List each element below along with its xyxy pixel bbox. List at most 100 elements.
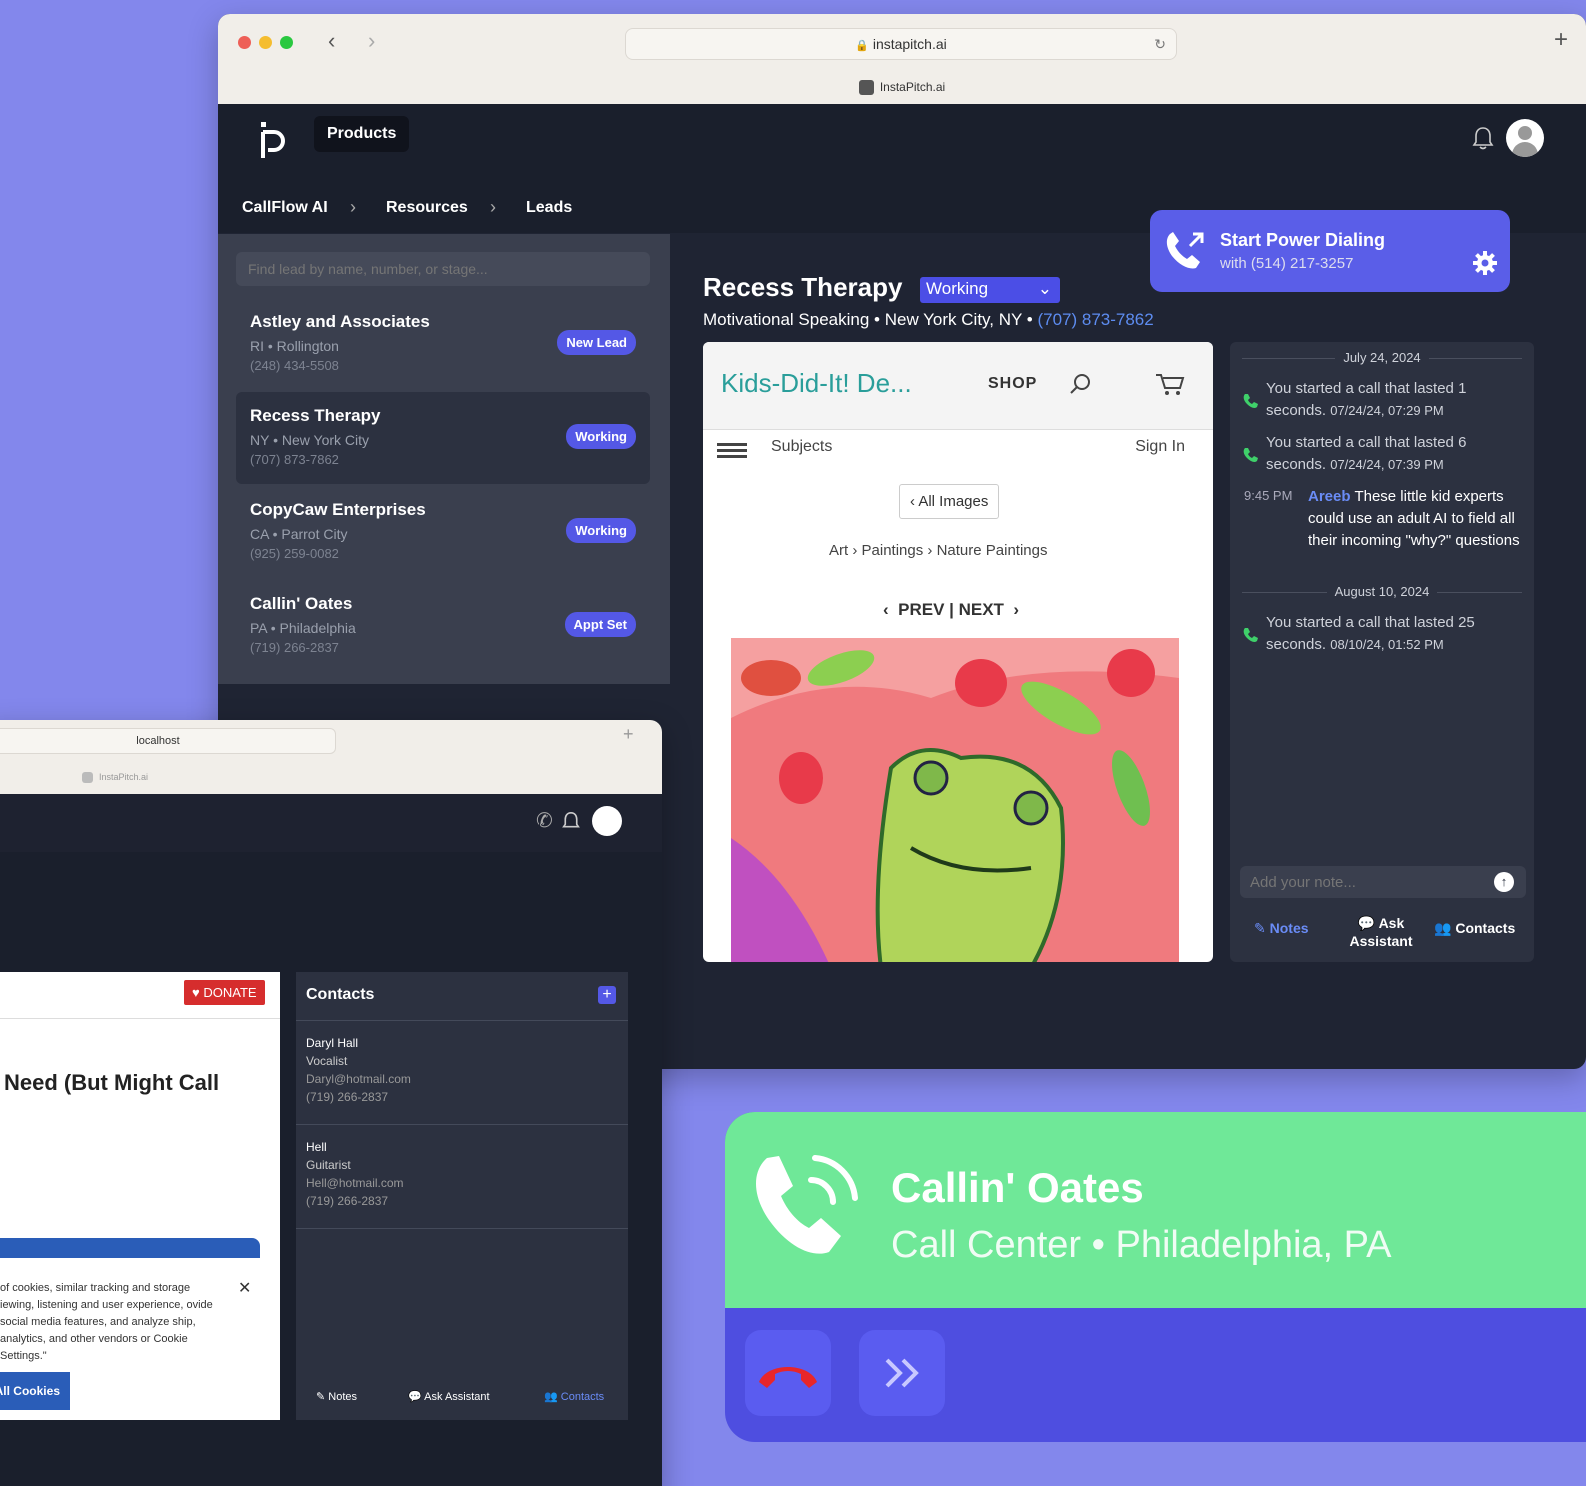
app-header: Products [218, 104, 1586, 177]
divider [296, 1124, 628, 1125]
gear-icon[interactable] [1472, 250, 1498, 276]
site-crumb-nature[interactable]: Nature Paintings [937, 542, 1048, 559]
contact-phone: (719) 266-2837 [306, 1090, 389, 1104]
timeline-call: You started a call that lasted 25 second… [1266, 614, 1475, 653]
tab-ask-assistant[interactable]: 💬 Ask Assistant [408, 1390, 490, 1403]
close-dot[interactable] [238, 36, 251, 49]
lead-location: CA • Parrot City [250, 526, 348, 542]
breadcrumb-leads[interactable]: Leads [526, 199, 572, 217]
cart-icon[interactable] [1155, 372, 1185, 396]
send-note-icon[interactable]: ↑ [1494, 872, 1514, 892]
status-select[interactable]: Working ⌄ [920, 277, 1060, 303]
timeline-date: August 10, 2024 [1230, 584, 1534, 599]
power-dial-subtitle: with (514) 217-3257 [1220, 255, 1354, 272]
lead-name: Callin' Oates [250, 594, 353, 613]
donate-button[interactable]: ♥ DONATE [184, 980, 265, 1005]
site-crumb-art[interactable]: Art [829, 542, 848, 559]
lead-phone: (925) 259-0082 [250, 546, 339, 561]
browser-tab[interactable]: InstaPitch.ai [218, 80, 1586, 96]
lead-category-location: Motivational Speaking • New York City, N… [703, 310, 1033, 329]
logo-icon [261, 122, 285, 158]
breadcrumb-callflow[interactable]: CallFlow AI [242, 199, 328, 217]
lead-stage-badge: Working [566, 518, 636, 543]
minimize-dot[interactable] [259, 36, 272, 49]
browser-tab[interactable]: InstaPitch.ai [82, 772, 148, 784]
contact-item[interactable]: Daryl Hall Vocalist Daryl@hotmail.com (7… [306, 1034, 411, 1106]
timeline-call: You started a call that lasted 1 seconds… [1266, 380, 1467, 419]
lead-phone-link[interactable]: (707) 873-7862 [1037, 310, 1153, 329]
site-subjects-link[interactable]: Subjects [771, 438, 832, 456]
phone-call-icon [1243, 394, 1258, 408]
divider [296, 1228, 628, 1229]
power-dial-button[interactable]: Start Power Dialing with (514) 217-3257 [1150, 210, 1510, 292]
chevron-down-icon: ⌄ [1037, 279, 1052, 298]
prev-next-label: PREV | NEXT [898, 600, 1004, 619]
phone-icon[interactable]: ✆ [536, 808, 553, 833]
reload-icon[interactable]: ↻ [1154, 29, 1166, 59]
avatar[interactable] [1506, 119, 1544, 157]
add-contact-icon[interactable]: + [598, 986, 616, 1004]
lead-item[interactable]: Callin' Oates PA • Philadelphia (719) 26… [236, 580, 650, 672]
contact-phone: (719) 266-2837 [306, 1194, 389, 1208]
site-sign-in-link[interactable]: Sign In [1135, 438, 1185, 456]
chat-icon: 💬 [408, 1391, 422, 1403]
skip-call-button[interactable] [859, 1330, 945, 1416]
url-bar[interactable]: localhost [0, 728, 336, 754]
products-button[interactable]: Products [314, 116, 410, 152]
bell-icon[interactable] [1472, 126, 1494, 150]
phone-ringing-icon [756, 1155, 858, 1254]
search-icon[interactable] [1068, 372, 1092, 396]
divider [296, 1020, 628, 1021]
tab-ask-assistant[interactable]: 💬 Ask Assistant [1336, 914, 1426, 950]
site-shop-link[interactable]: SHOP [988, 375, 1037, 393]
chevron-right-icon: › [490, 197, 496, 217]
tab-contacts[interactable]: 👥 Contacts [544, 1390, 604, 1403]
close-icon[interactable]: ✕ [238, 1278, 251, 1298]
lead-title: Recess Therapy [703, 272, 903, 302]
lead-search-input[interactable] [236, 252, 650, 286]
active-call-card: Callin' Oates Call Center • Philadelphia… [725, 1112, 1586, 1442]
all-images-button[interactable]: ‹ All Images [899, 484, 1000, 519]
lead-item-selected[interactable]: Recess Therapy NY • New York City (707) … [236, 392, 650, 484]
breadcrumb-resources[interactable]: Resources [386, 199, 468, 217]
forward-icon[interactable]: › [368, 28, 375, 54]
contact-role: Vocalist [306, 1054, 348, 1068]
new-tab-icon[interactable]: + [623, 724, 634, 745]
back-icon[interactable]: ‹ [328, 28, 335, 54]
accept-cookies-button[interactable]: All Cookies [0, 1372, 70, 1410]
phone-outgoing-icon [1166, 232, 1204, 269]
new-tab-icon[interactable]: + [1554, 26, 1568, 54]
lead-item[interactable]: Astley and Associates RI • Rollington (2… [236, 298, 650, 390]
lead-stage-badge: Appt Set [564, 612, 636, 637]
maximize-dot[interactable] [280, 36, 293, 49]
lead-item[interactable]: CopyCaw Enterprises CA • Parrot City (92… [236, 486, 650, 578]
tab-contacts[interactable]: 👥 Contacts [1434, 920, 1515, 937]
hang-up-button[interactable] [745, 1330, 831, 1416]
lead-name: CopyCaw Enterprises [250, 500, 426, 519]
avatar[interactable] [592, 806, 622, 836]
tab-notes[interactable]: ✎ Notes [316, 1390, 357, 1403]
url-bar[interactable]: 🔒 instapitch.ai ↻ [625, 28, 1177, 60]
site-brand[interactable]: Kids-Did-It! De... [721, 368, 912, 399]
all-images-label: All Images [918, 493, 989, 510]
lead-location: PA • Philadelphia [250, 620, 356, 636]
contact-item[interactable]: Hell Guitarist Hell@hotmail.com (719) 26… [306, 1138, 404, 1210]
lead-list-panel: Astley and Associates RI • Rollington (2… [218, 234, 670, 684]
power-dial-title: Start Power Dialing [1220, 230, 1386, 250]
note-author[interactable]: Areeb [1308, 488, 1351, 505]
timeline-date: July 24, 2024 [1230, 350, 1534, 365]
site-heading: Need (But Might Call [4, 1070, 220, 1095]
status-value: Working [926, 279, 989, 298]
tab-notes[interactable]: ✎ Notes [1254, 920, 1309, 937]
favicon-icon [858, 80, 874, 96]
site-crumb-paintings[interactable]: Paintings [862, 542, 924, 559]
lock-icon: 🔒 [855, 40, 869, 52]
bell-icon[interactable] [562, 811, 580, 831]
hamburger-icon[interactable] [717, 440, 747, 461]
browser-chrome: localhost + InstaPitch.ai [0, 720, 662, 794]
lead-stage-badge: Working [566, 424, 636, 449]
lead-name: Recess Therapy [250, 406, 381, 425]
website-preview: ♥ DONATE Need (But Might Call of cookies… [0, 972, 280, 1420]
note-input[interactable] [1240, 866, 1526, 898]
prev-next-nav[interactable]: ‹ PREV | NEXT › [883, 600, 1019, 620]
